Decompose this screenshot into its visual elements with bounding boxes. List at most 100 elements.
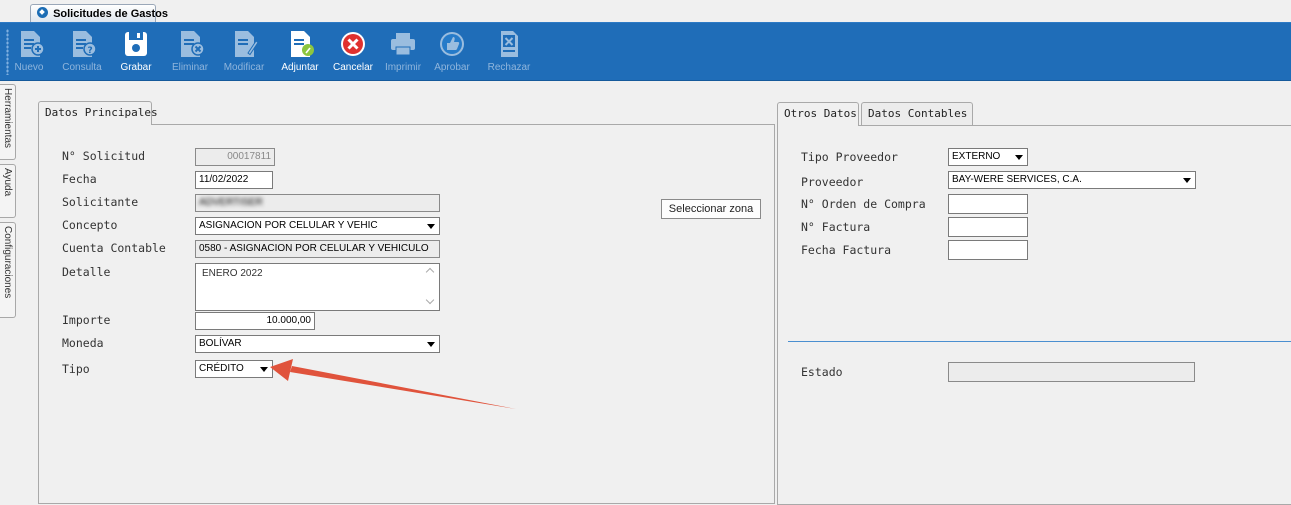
moneda-value: BOLÍVAR xyxy=(199,338,242,349)
solicitud-value: 00017811 xyxy=(227,151,271,162)
solicitud-field[interactable]: 00017811 xyxy=(195,148,275,166)
cancel-icon xyxy=(341,32,365,56)
proveedor-dropdown-icon[interactable] xyxy=(1179,172,1195,188)
tipo-value: CRÉDITO xyxy=(199,363,244,374)
proveedor-label: Proveedor xyxy=(801,175,864,189)
tipo-select[interactable]: CRÉDITO xyxy=(195,360,273,378)
printer-icon xyxy=(391,33,415,56)
delete-button[interactable]: Eliminar xyxy=(170,27,210,79)
section-divider xyxy=(788,341,1291,342)
seleccionar-zona-button[interactable]: Seleccionar zona xyxy=(661,199,761,219)
importe-label: Importe xyxy=(62,313,111,327)
approve-button[interactable]: Aprobar xyxy=(432,27,472,79)
cuenta-contable-label: Cuenta Contable xyxy=(62,241,166,255)
solicitante-field[interactable]: ADVERTISER xyxy=(195,194,440,212)
orden-compra-label: N° Orden de Compra xyxy=(801,197,926,211)
fecha-factura-field[interactable] xyxy=(948,240,1028,260)
svg-text:?: ? xyxy=(88,46,93,56)
detalle-label: Detalle xyxy=(62,265,111,279)
new-document-icon xyxy=(21,31,45,57)
proveedor-value: BAY-WERE SERVICES, C.A. xyxy=(952,174,1082,185)
proveedor-select[interactable]: BAY-WERE SERVICES, C.A. xyxy=(948,171,1196,189)
fecha-label: Fecha xyxy=(62,172,97,186)
modify-button-label: Modificar xyxy=(223,62,265,73)
tipo-label: Tipo xyxy=(62,362,90,376)
tab-datos-principales[interactable]: Datos Principales xyxy=(38,101,158,125)
side-tab-configuraciones[interactable]: Configuraciones xyxy=(0,222,16,318)
reject-button[interactable]: Rechazar xyxy=(484,27,534,79)
importe-value: 10.000,00 xyxy=(266,315,312,326)
cancel-button-label: Cancelar xyxy=(332,62,374,73)
solicitante-label: Solicitante xyxy=(62,195,139,209)
thumbs-up-icon xyxy=(440,32,464,56)
side-tab-ayuda-label: Ayuda xyxy=(2,168,13,197)
concepto-dropdown-icon[interactable] xyxy=(423,218,439,234)
reject-icon xyxy=(501,31,518,57)
detalle-value: ENERO 2022 xyxy=(202,268,263,279)
approve-button-label: Aprobar xyxy=(434,62,470,73)
side-tab-herramientas[interactable]: Herramientas xyxy=(0,84,16,160)
estado-label: Estado xyxy=(801,365,843,379)
estado-field[interactable] xyxy=(948,362,1195,382)
scroll-up-icon[interactable] xyxy=(425,267,435,277)
save-disk-icon xyxy=(125,32,147,56)
cancel-button[interactable]: Cancelar xyxy=(330,27,376,79)
new-button[interactable]: Nuevo xyxy=(14,27,45,79)
fecha-field[interactable]: 11/02/2022 xyxy=(195,171,273,189)
concepto-label: Concepto xyxy=(62,218,118,232)
factura-field[interactable] xyxy=(948,217,1028,237)
scroll-down-icon[interactable] xyxy=(425,295,435,305)
document-tab[interactable]: Solicitudes de Gastos xyxy=(30,4,168,22)
delete-button-label: Eliminar xyxy=(171,62,209,73)
delete-document-icon xyxy=(181,31,205,57)
tab-datos-principales-label: Datos Principales xyxy=(45,106,158,119)
fecha-value: 11/02/2022 xyxy=(199,174,249,185)
solicitud-label: N° Solicitud xyxy=(62,149,146,163)
tab-otros-datos[interactable]: Otros Datos xyxy=(777,102,859,126)
concepto-value: ASIGNACION POR CELULAR Y VEHIC xyxy=(199,220,378,231)
datos-principales-panel xyxy=(38,124,775,504)
side-tab-configuraciones-label: Configuraciones xyxy=(2,226,13,299)
importe-field[interactable]: 10.000,00 xyxy=(195,312,315,330)
save-button-label: Grabar xyxy=(120,62,152,73)
query-document-icon: ? xyxy=(73,31,97,57)
tipo-dropdown-icon[interactable] xyxy=(256,361,272,377)
query-button[interactable]: ? Consulta xyxy=(62,27,102,79)
toolbar-grip[interactable] xyxy=(6,29,9,75)
document-tab-label: Solicitudes de Gastos xyxy=(53,8,168,20)
app-diamond-icon xyxy=(37,7,48,18)
new-button-label: Nuevo xyxy=(14,62,44,73)
attach-button-label: Adjuntar xyxy=(281,62,319,73)
print-button[interactable]: Imprimir xyxy=(382,27,424,79)
tipo-proveedor-value: EXTERNO xyxy=(952,151,1001,162)
tab-datos-contables-label: Datos Contables xyxy=(868,107,968,120)
window-tab-bar: Solicitudes de Gastos xyxy=(0,0,1291,22)
side-tab-ayuda[interactable]: Ayuda xyxy=(0,164,16,218)
query-button-label: Consulta xyxy=(62,62,102,73)
side-tab-herramientas-label: Herramientas xyxy=(2,88,13,149)
save-button[interactable]: Grabar xyxy=(118,27,154,79)
tab-datos-contables[interactable]: Datos Contables xyxy=(861,102,973,125)
tipo-proveedor-label: Tipo Proveedor xyxy=(801,150,898,164)
reject-button-label: Rechazar xyxy=(487,62,531,73)
tipo-proveedor-select[interactable]: EXTERNO xyxy=(948,148,1028,166)
moneda-select[interactable]: BOLÍVAR xyxy=(195,335,440,353)
main-toolbar: Nuevo ? Consulta Grabar Eliminar Modific… xyxy=(0,22,1291,81)
fecha-factura-label: Fecha Factura xyxy=(801,243,892,257)
tipo-proveedor-dropdown-icon[interactable] xyxy=(1011,149,1027,165)
print-button-label: Imprimir xyxy=(384,62,422,73)
moneda-dropdown-icon[interactable] xyxy=(423,336,439,352)
attach-button[interactable]: Adjuntar xyxy=(278,27,322,79)
edit-document-icon xyxy=(235,31,259,57)
solicitante-value: ADVERTISER xyxy=(199,197,263,208)
orden-compra-field[interactable] xyxy=(948,194,1028,214)
attach-document-icon xyxy=(291,31,314,57)
cuenta-contable-value: 0580 - ASIGNACION POR CELULAR Y VEHICULO xyxy=(199,243,429,254)
concepto-select[interactable]: ASIGNACION POR CELULAR Y VEHIC xyxy=(195,217,440,235)
moneda-label: Moneda xyxy=(62,336,104,350)
detalle-textarea[interactable]: ENERO 2022 xyxy=(195,263,440,311)
detalle-scrollbar[interactable] xyxy=(424,265,438,309)
modify-button[interactable]: Modificar xyxy=(220,27,268,79)
tab-otros-datos-label: Otros Datos xyxy=(784,107,857,120)
cuenta-contable-field[interactable]: 0580 - ASIGNACION POR CELULAR Y VEHICULO xyxy=(195,240,440,258)
